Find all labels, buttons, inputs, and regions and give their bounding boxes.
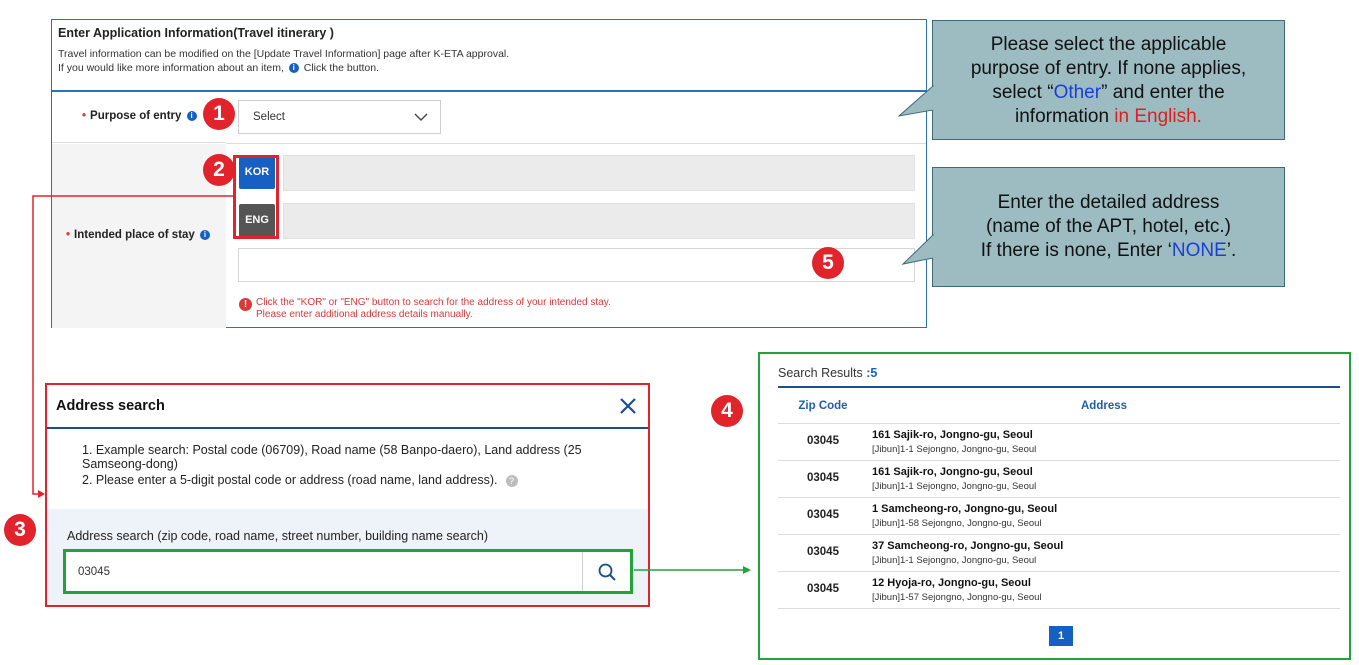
dialog-title: Address search	[56, 398, 165, 414]
chevron-down-icon	[414, 113, 428, 121]
column-header-zip: Zip Code	[798, 400, 848, 412]
form-title: Enter Application Information(Travel iti…	[58, 26, 334, 40]
step-marker-4: 4	[711, 395, 743, 427]
step-marker-5: 5	[812, 247, 844, 279]
results-title: Search Results :5	[778, 366, 878, 380]
intended-place-of-stay-label: • Intended place of stay i	[66, 229, 212, 241]
search-example-text: 1. Example search: Postal code (06709), …	[82, 443, 582, 471]
pagination-page-1[interactable]: 1	[1049, 626, 1073, 646]
kor-eng-highlight-frame	[233, 155, 279, 239]
korean-address-field[interactable]	[283, 155, 915, 191]
column-header-address: Address	[1080, 400, 1128, 412]
zip-cell: 03045	[807, 472, 839, 484]
road-address: 161 Sajik-ro, Jongno-gu, Seoul	[872, 429, 1033, 441]
search-box	[63, 549, 633, 594]
form-help-hint: If you would like more information about…	[58, 62, 380, 74]
road-address: 161 Sajik-ro, Jongno-gu, Seoul	[872, 466, 1033, 478]
dialog-header: Address search	[47, 385, 648, 429]
jibun-address: [Jibun]1-1 Sejongno, Jongno-gu, Seoul	[872, 555, 1037, 566]
address-search-input[interactable]	[66, 552, 582, 591]
zip-cell: 03045	[807, 583, 839, 595]
step-marker-2: 2	[203, 154, 235, 186]
purpose-of-entry-select[interactable]: Select	[238, 100, 441, 134]
row-divider	[226, 143, 926, 144]
form-description: Travel information can be modified on th…	[58, 48, 510, 60]
road-address: 1 Samcheong-ro, Jongno-gu, Seoul	[872, 503, 1058, 515]
info-icon[interactable]: i	[186, 110, 197, 121]
purpose-callout: Please select the applicable purpose of …	[932, 20, 1285, 140]
step-marker-1: 1	[203, 98, 235, 130]
search-results-panel: Search Results :5 Zip Code Address 03045…	[758, 352, 1351, 660]
results-divider	[778, 386, 1340, 388]
purpose-of-entry-label: • Purpose of entry i	[82, 110, 199, 122]
step-marker-3: 3	[4, 514, 36, 546]
close-icon[interactable]	[616, 394, 640, 418]
search-label: Address search (zip code, road name, str…	[67, 529, 489, 543]
jibun-address: [Jibun]1-58 Sejongno, Jongno-gu, Seoul	[872, 518, 1042, 529]
address-search-dialog: Address search 1. Example search: Postal…	[45, 383, 650, 607]
info-icon: i	[288, 63, 299, 74]
table-row[interactable]: 03045 161 Sajik-ro, Jongno-gu, Seoul [Ji…	[778, 461, 1340, 498]
jibun-address: [Jibun]1-1 Sejongno, Jongno-gu, Seoul	[872, 444, 1037, 455]
jibun-address: [Jibun]1-1 Sejongno, Jongno-gu, Seoul	[872, 481, 1037, 492]
search-area: Address search (zip code, road name, str…	[47, 509, 648, 605]
info-icon[interactable]: i	[200, 229, 211, 240]
table-row[interactable]: 03045 37 Samcheong-ro, Jongno-gu, Seoul …	[778, 535, 1340, 572]
travel-itinerary-form: Enter Application Information(Travel iti…	[51, 19, 927, 328]
address-warning-text: Click the "KOR" or "ENG" button to searc…	[256, 297, 611, 308]
search-button[interactable]	[582, 552, 630, 591]
help-icon[interactable]: ?	[505, 474, 518, 487]
address-callout: Enter the detailed address (name of the …	[932, 167, 1285, 287]
english-address-field[interactable]	[283, 203, 915, 239]
zip-cell: 03045	[807, 546, 839, 558]
search-instruction-text: 2. Please enter a 5-digit postal code or…	[82, 473, 518, 487]
search-icon	[598, 563, 616, 581]
warning-icon: !	[239, 298, 252, 311]
road-address: 12 Hyoja-ro, Jongno-gu, Seoul	[872, 577, 1031, 589]
address-warning-text: Please enter additional address details …	[256, 309, 473, 320]
zip-cell: 03045	[807, 509, 839, 521]
zip-cell: 03045	[807, 435, 839, 447]
jibun-address: [Jibun]1-57 Sejongno, Jongno-gu, Seoul	[872, 592, 1042, 603]
table-row[interactable]: 03045 1 Samcheong-ro, Jongno-gu, Seoul […	[778, 498, 1340, 535]
table-row[interactable]: 03045 161 Sajik-ro, Jongno-gu, Seoul [Ji…	[778, 424, 1340, 461]
results-count: :5	[866, 366, 878, 380]
road-address: 37 Samcheong-ro, Jongno-gu, Seoul	[872, 540, 1064, 552]
table-row[interactable]: 03045 12 Hyoja-ro, Jongno-gu, Seoul [Jib…	[778, 572, 1340, 609]
